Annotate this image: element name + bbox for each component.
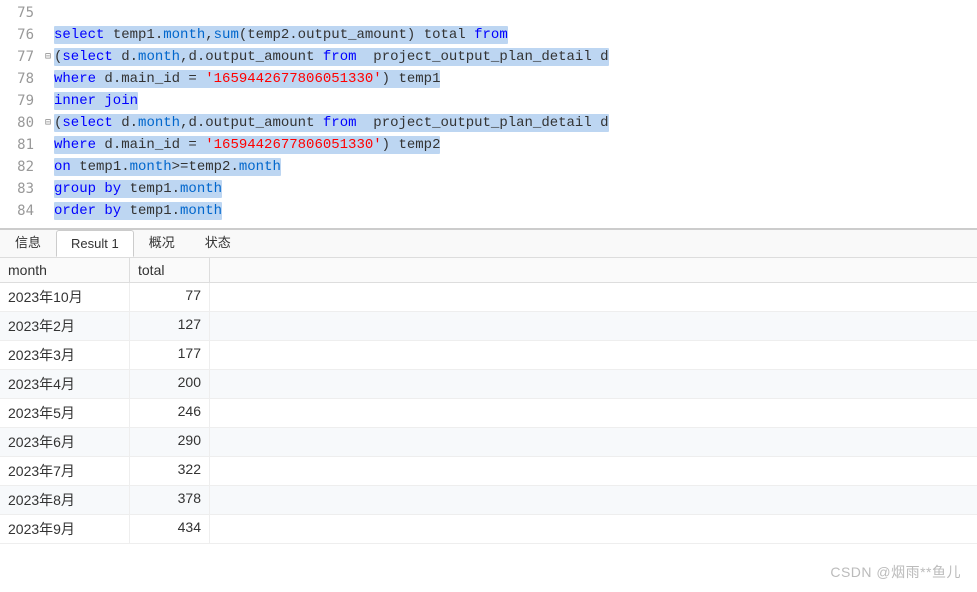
table-row[interactable]: 2023年10月77 [0, 283, 977, 312]
column-header[interactable]: month [0, 258, 130, 282]
code-content[interactable]: (select d.month,d.output_amount from pro… [54, 115, 977, 131]
tab-概况[interactable]: 概况 [134, 226, 190, 257]
table-row[interactable]: 2023年5月246 [0, 399, 977, 428]
table-cell[interactable]: 246 [130, 399, 210, 427]
table-cell[interactable]: 77 [130, 283, 210, 311]
tab-信息[interactable]: 信息 [0, 226, 56, 257]
line-number: 83 [0, 181, 42, 197]
result-tabs: 信息Result 1概况状态 [0, 230, 977, 258]
result-grid: monthtotal 2023年10月772023年2月1272023年3月17… [0, 258, 977, 544]
table-cell[interactable]: 434 [130, 515, 210, 543]
line-number: 80 [0, 115, 42, 131]
code-line[interactable]: 84 order by temp1.month [0, 200, 977, 222]
code-content[interactable]: (select d.month,d.output_amount from pro… [54, 49, 977, 65]
grid-header-row: monthtotal [0, 258, 977, 283]
table-cell[interactable]: 2023年9月 [0, 515, 130, 543]
line-number: 84 [0, 203, 42, 219]
table-row[interactable]: 2023年4月200 [0, 370, 977, 399]
line-number: 82 [0, 159, 42, 175]
fold-icon[interactable]: ⊟ [42, 51, 54, 63]
table-row[interactable]: 2023年8月378 [0, 486, 977, 515]
table-row[interactable]: 2023年3月177 [0, 341, 977, 370]
code-line[interactable]: 76 select temp1.month,sum(temp2.output_am… [0, 24, 977, 46]
table-cell[interactable]: 2023年7月 [0, 457, 130, 485]
code-content[interactable]: on temp1.month>=temp2.month [54, 159, 977, 175]
tab-状态[interactable]: 状态 [190, 226, 246, 257]
table-cell[interactable]: 2023年2月 [0, 312, 130, 340]
tab-result-1[interactable]: Result 1 [56, 230, 134, 257]
table-cell[interactable]: 2023年6月 [0, 428, 130, 456]
fold-icon[interactable]: ⊟ [42, 117, 54, 129]
code-line[interactable]: 82 on temp1.month>=temp2.month [0, 156, 977, 178]
table-cell[interactable]: 2023年3月 [0, 341, 130, 369]
table-cell[interactable]: 290 [130, 428, 210, 456]
code-content[interactable]: select temp1.month,sum(temp2.output_amou… [54, 27, 977, 43]
code-content[interactable]: order by temp1.month [54, 203, 977, 219]
table-cell[interactable]: 177 [130, 341, 210, 369]
code-line[interactable]: 79 inner join [0, 90, 977, 112]
code-content[interactable]: where d.main_id = '1659442677806051330')… [54, 137, 977, 153]
code-line[interactable]: 83 group by temp1.month [0, 178, 977, 200]
line-number: 76 [0, 27, 42, 43]
code-line[interactable]: 78 where d.main_id = '1659442677806051330… [0, 68, 977, 90]
table-cell[interactable]: 2023年8月 [0, 486, 130, 514]
code-content[interactable]: group by temp1.month [54, 181, 977, 197]
code-line[interactable]: 80⊟(select d.month,d.output_amount from … [0, 112, 977, 134]
table-row[interactable]: 2023年7月322 [0, 457, 977, 486]
table-cell[interactable]: 2023年4月 [0, 370, 130, 398]
line-number: 81 [0, 137, 42, 153]
line-number: 79 [0, 93, 42, 109]
line-number: 75 [0, 5, 42, 21]
table-cell[interactable]: 200 [130, 370, 210, 398]
code-line[interactable]: 81 where d.main_id = '1659442677806051330… [0, 134, 977, 156]
line-number: 77 [0, 49, 42, 65]
table-cell[interactable]: 322 [130, 457, 210, 485]
table-cell[interactable]: 2023年10月 [0, 283, 130, 311]
table-row[interactable]: 2023年2月127 [0, 312, 977, 341]
watermark: CSDN @烟雨**鱼儿 [830, 562, 961, 582]
column-header[interactable]: total [130, 258, 210, 282]
code-content[interactable]: where d.main_id = '1659442677806051330')… [54, 71, 977, 87]
table-row[interactable]: 2023年9月434 [0, 515, 977, 544]
table-cell[interactable]: 127 [130, 312, 210, 340]
code-line[interactable]: 75 [0, 2, 977, 24]
table-cell[interactable]: 2023年5月 [0, 399, 130, 427]
table-cell[interactable]: 378 [130, 486, 210, 514]
code-line[interactable]: 77⊟(select d.month,d.output_amount from … [0, 46, 977, 68]
code-content[interactable]: inner join [54, 93, 977, 109]
table-row[interactable]: 2023年6月290 [0, 428, 977, 457]
grid-body: 2023年10月772023年2月1272023年3月1772023年4月200… [0, 283, 977, 544]
sql-editor[interactable]: 75 76 select temp1.month,sum(temp2.output_… [0, 0, 977, 224]
line-number: 78 [0, 71, 42, 87]
